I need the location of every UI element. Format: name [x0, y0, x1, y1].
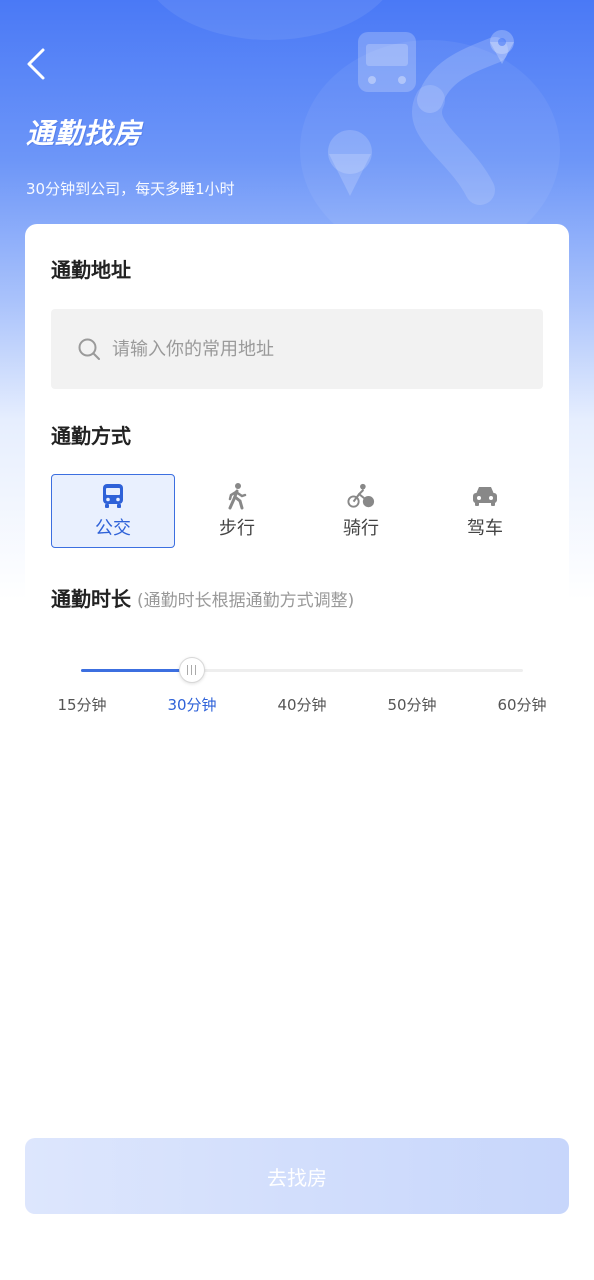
mode-option-walk[interactable]: 步行: [175, 474, 299, 548]
duration-tick-label[interactable]: 50分钟: [372, 694, 452, 715]
slider-thumb[interactable]: [178, 657, 205, 683]
duration-hint: (通勤时长根据通勤方式调整): [137, 591, 355, 611]
duration-tick-label[interactable]: 15分钟: [42, 694, 122, 715]
address-input[interactable]: [110, 337, 514, 361]
address-section-title: 通勤地址: [51, 258, 131, 282]
mode-label: 步行: [219, 518, 255, 539]
grip-icon: [187, 665, 196, 675]
back-button[interactable]: [18, 46, 54, 82]
page-subtitle: 30分钟到公司，每天多睡1小时: [26, 180, 235, 198]
car-icon: [471, 482, 499, 510]
duration-tick-label[interactable]: 30分钟: [152, 694, 232, 715]
mode-option-bike[interactable]: 骑行: [299, 474, 423, 548]
duration-section-title: 通勤时长 (通勤时长根据通勤方式调整): [51, 583, 354, 612]
page-title: 通勤找房: [26, 117, 143, 150]
bus-icon: [99, 482, 127, 510]
duration-tick-label[interactable]: 40分钟: [262, 694, 342, 715]
mode-label: 骑行: [343, 518, 379, 539]
commute-form-card: 通勤地址 通勤方式 公交: [25, 224, 569, 744]
duration-title: 通勤时长: [51, 587, 131, 611]
find-house-button[interactable]: 去找房: [25, 1138, 569, 1214]
mode-label: 驾车: [467, 518, 503, 539]
commute-mode-options: 公交 步行 骑行 驾车: [51, 474, 547, 548]
mode-option-bus[interactable]: 公交: [51, 474, 175, 548]
duration-slider[interactable]: [81, 657, 523, 683]
search-icon: [76, 336, 102, 362]
mode-section-title: 通勤方式: [51, 424, 131, 448]
chevron-left-icon: [27, 48, 45, 80]
walk-icon: [223, 482, 251, 510]
bike-icon: [347, 482, 375, 510]
mode-option-car[interactable]: 驾车: [423, 474, 547, 548]
duration-tick-label[interactable]: 60分钟: [482, 694, 562, 715]
slider-fill: [81, 669, 192, 672]
mode-label: 公交: [95, 518, 131, 539]
commute-illustration-icon: [327, 30, 514, 205]
address-search-box[interactable]: [51, 309, 543, 389]
